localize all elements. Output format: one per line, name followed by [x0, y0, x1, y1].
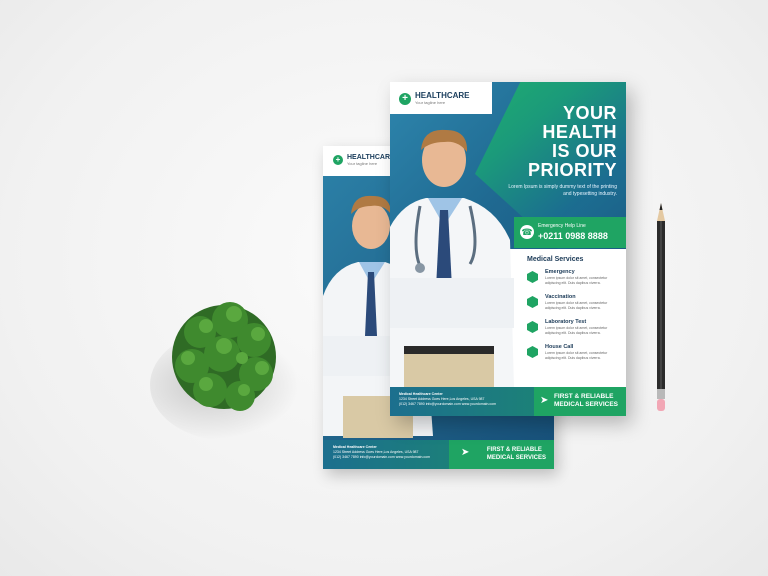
doctor-illustration [390, 129, 514, 388]
headline-line-3: IS OUR [551, 141, 617, 161]
service-desc: Lorem ipsum dolor sit amet, consectetur … [545, 276, 608, 285]
front-cta: FIRST & RELIABLE MEDICAL SERVICES [554, 393, 618, 409]
front-cta-line2: MEDICAL SERVICES [553, 401, 618, 408]
service-desc: Lorem ipsum dolor sit amet, consectetur … [545, 351, 608, 360]
headline-line-4: PRIORITY [527, 160, 617, 180]
back-cta-line2: MEDICAL SERVICES [486, 455, 546, 461]
front-footer-email: info@yourdomain.com [425, 402, 461, 406]
back-footer-web: www.yourdomain.com [395, 455, 430, 459]
headline-line-1: YOUR [562, 103, 617, 123]
hexagon-icon [527, 296, 538, 308]
service-name: Vaccination [545, 294, 576, 300]
back-footer-contact: Medical Healthcare Center 1234 Street Ad… [333, 445, 430, 460]
front-footer-phone: (012) 3467 7890 [399, 402, 425, 406]
service-item: House Call Lorem ipsum dolor sit amet, c… [527, 344, 623, 369]
back-brand-name: HEALTHCARE [347, 154, 395, 161]
service-name: Laboratory Test [545, 319, 587, 325]
back-footer-cta-box: ➤ FIRST & RELIABLE MEDICAL SERVICES [449, 440, 554, 469]
help-number: +0211 0988 8888 [538, 231, 608, 241]
service-item: Vaccination Lorem ipsum dolor sit amet, … [527, 294, 623, 319]
back-cta: FIRST & RELIABLE MEDICAL SERVICES [487, 446, 546, 462]
back-brand-tagline: Your tagline here [347, 161, 378, 166]
front-brand-name: HEALTHCARE [415, 91, 470, 100]
service-desc: Lorem ipsum dolor sit amet, consectetur … [545, 301, 608, 310]
back-cta-line1: FIRST & RELIABLE [486, 447, 542, 453]
plus-cross-icon: + [399, 92, 411, 105]
runner-icon: ➤ [540, 395, 549, 406]
front-brand: + HEALTHCARE Your tagline here [399, 92, 470, 105]
front-footer-cta-box: ➤ FIRST & RELIABLE MEDICAL SERVICES [534, 387, 626, 416]
service-name: House Call [545, 344, 574, 350]
headline-line-2: HEALTH [542, 122, 617, 142]
mockup-scene: + HEALTHCARE Your tagline here Medical H… [0, 0, 768, 576]
services-title: Medical Services [527, 256, 584, 263]
service-desc: Lorem ipsum dolor sit amet, consectetur … [545, 326, 608, 335]
back-footer-email: info@yourdomain.com [359, 455, 395, 459]
service-item: Laboratory Test Lorem ipsum dolor sit am… [527, 319, 623, 344]
hexagon-icon [527, 321, 538, 333]
potted-plant [172, 302, 276, 411]
front-cta-line1: FIRST & RELIABLE [553, 393, 614, 400]
back-footer: Medical Healthcare Center 1234 Street Ad… [323, 440, 554, 469]
front-footer: Medical Healthcare Center 1234 Street Ad… [390, 387, 626, 416]
pencil [657, 203, 665, 411]
hexagon-icon [527, 346, 538, 358]
back-brand: + HEALTHCARE Your tagline here [333, 154, 395, 166]
services-section: Medical Services Emergency Lorem ipsum d… [527, 256, 623, 369]
plus-cross-icon: + [333, 155, 343, 165]
front-subtext: Lorem Ipsum is simply dummy text of the … [508, 184, 617, 197]
phone-icon: ☎ [520, 225, 534, 239]
runner-icon: ➤ [461, 447, 470, 458]
service-name: Emergency [545, 269, 575, 275]
hexagon-icon [527, 271, 538, 283]
flyer-front: + HEALTHCARE Your tagline here YOUR HEAL… [390, 82, 626, 416]
front-brand-tagline: Your tagline here [415, 100, 446, 105]
back-footer-phone: (012) 3467 7890 [333, 455, 359, 459]
front-headline: YOUR HEALTH IS OUR PRIORITY [528, 104, 617, 180]
front-footer-web: www.yourdomain.com [461, 402, 496, 406]
emergency-help-box: ☎ Emergency Help Line +0211 0988 8888 [514, 217, 626, 248]
help-label: Emergency Help Line [538, 223, 586, 229]
front-footer-contact: Medical Healthcare Center 1234 Street Ad… [399, 392, 496, 407]
service-item: Emergency Lorem ipsum dolor sit amet, co… [527, 269, 623, 294]
